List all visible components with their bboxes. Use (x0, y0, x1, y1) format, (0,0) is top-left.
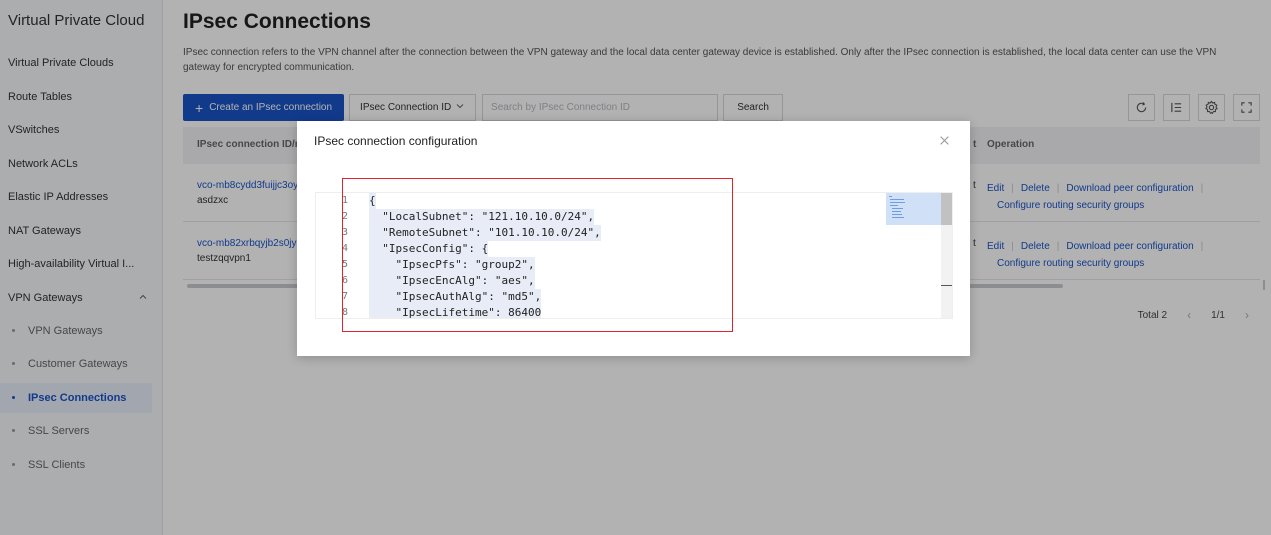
editor-scrollbar[interactable] (941, 193, 952, 318)
scrollbar-marker (941, 285, 952, 286)
editor-minimap[interactable] (886, 193, 941, 225)
annotation-highlight-box (342, 178, 733, 332)
close-icon[interactable] (939, 133, 950, 149)
scrollbar-thumb[interactable] (941, 193, 952, 225)
modal-title: IPsec connection configuration (314, 134, 478, 148)
